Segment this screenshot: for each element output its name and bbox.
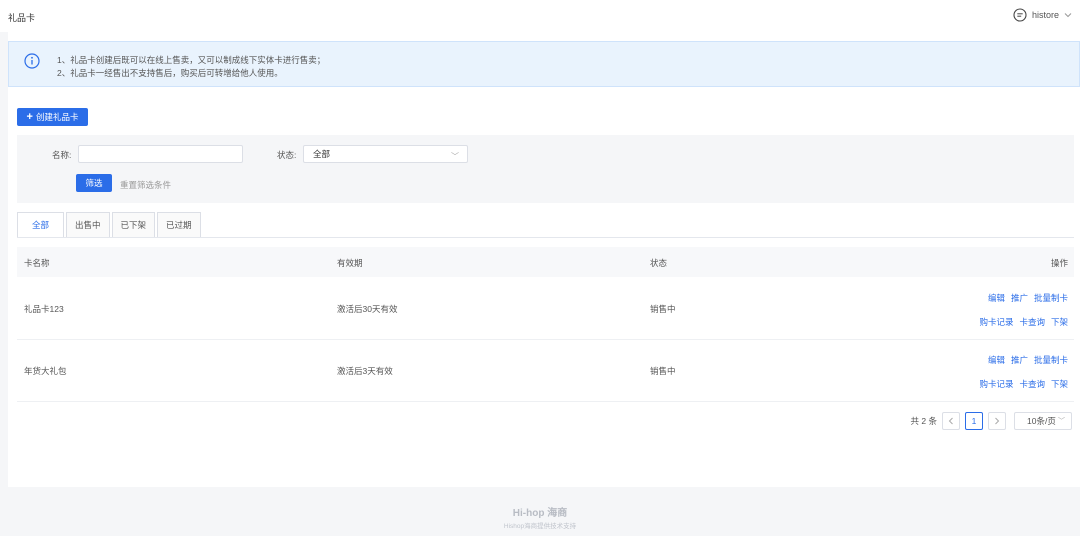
user-menu[interactable]: histore: [1013, 8, 1072, 22]
card-status: 销售中: [650, 304, 676, 314]
total-count: 共 2 条: [910, 416, 937, 426]
status-label: 状态:: [277, 150, 297, 160]
notice-banner: 1、礼品卡创建后既可以在线上售卖，又可以制成线下实体卡进行售卖； 2、礼品卡一经…: [8, 41, 1080, 87]
row-actions-primary: 编辑 推广 批量制卡: [982, 354, 1068, 366]
status-select-value: 全部: [313, 149, 331, 159]
footer-logo: Hi-hop 海商: [512, 508, 568, 519]
row-actions-secondary: 购卡记录 卡查询 下架: [973, 378, 1068, 390]
footer-credit: Hishop海商提供技术支持: [503, 523, 577, 530]
promote-link[interactable]: 推广: [1011, 293, 1028, 303]
reset-filter-link[interactable]: 重置筛选条件: [120, 179, 171, 191]
create-gift-card-button[interactable]: + 创建礼品卡: [17, 108, 88, 126]
tab-all[interactable]: 全部: [17, 212, 65, 237]
card-status: 销售中: [650, 366, 676, 376]
card-validity: 激活后30天有效: [337, 304, 398, 314]
chevron-right-icon: [995, 417, 1000, 425]
status-tabs: 全部 出售中 已下架 已过期: [17, 212, 203, 237]
next-page-button[interactable]: [988, 412, 1006, 430]
page-number-button[interactable]: 1: [965, 412, 983, 430]
page-size-select[interactable]: 10条/页 ﹀: [1014, 412, 1072, 430]
column-header-actions: 操作: [1050, 258, 1068, 268]
promote-link[interactable]: 推广: [1011, 355, 1028, 365]
card-name: 礼品卡123: [24, 304, 64, 314]
batch-make-card-link[interactable]: 批量制卡: [1034, 355, 1068, 365]
tab-off-shelf[interactable]: 已下架: [111, 212, 156, 237]
row-actions-secondary: 购卡记录 卡查询 下架: [973, 316, 1068, 328]
table-row: 礼品卡123 激活后30天有效 销售中 编辑 推广 批量制卡 购卡记录 卡查询 下架: [17, 278, 1074, 340]
card-query-link[interactable]: 卡查询: [1019, 317, 1045, 327]
column-header-validity: 有效期: [337, 258, 363, 268]
batch-make-card-link[interactable]: 批量制卡: [1034, 293, 1068, 303]
edit-link[interactable]: 编辑: [988, 355, 1005, 365]
notice-line-2: 2、礼品卡一经售出不支持售后，购买后可转增给他人使用。: [57, 68, 283, 78]
chevron-left-icon: [948, 417, 953, 425]
filter-button[interactable]: 筛选: [76, 174, 112, 192]
purchase-records-link[interactable]: 购卡记录: [979, 379, 1013, 389]
name-input[interactable]: [78, 145, 243, 163]
prev-page-button[interactable]: [942, 412, 960, 430]
row-actions-primary: 编辑 推广 批量制卡: [982, 292, 1068, 304]
notice-line-1: 1、礼品卡创建后既可以在线上售卖，又可以制成线下实体卡进行售卖；: [57, 55, 326, 65]
purchase-records-link[interactable]: 购卡记录: [979, 317, 1013, 327]
chevron-down-icon: [1064, 13, 1072, 18]
plus-icon: +: [26, 110, 33, 123]
take-down-link[interactable]: 下架: [1051, 317, 1068, 327]
name-label: 名称:: [52, 150, 72, 160]
card-validity: 激活后3天有效: [337, 366, 393, 376]
table-row: 年货大礼包 激活后3天有效 销售中 编辑 推广 批量制卡 购卡记录 卡查询 下架: [17, 340, 1074, 402]
column-header-status: 状态: [650, 258, 668, 268]
page-size-value: 10条/页: [1027, 416, 1056, 426]
edit-link[interactable]: 编辑: [988, 293, 1005, 303]
pagination: 共 2 条 1 10条/页 ﹀: [911, 412, 1072, 430]
take-down-link[interactable]: 下架: [1051, 379, 1068, 389]
chat-bubble-icon: [1013, 8, 1027, 22]
filter-panel: 名称: 状态: 全部 ﹀ 筛选 重置筛选条件: [17, 135, 1074, 203]
column-header-name: 卡名称: [24, 258, 50, 268]
info-icon: [24, 53, 40, 69]
tabs-divider: [17, 237, 1074, 238]
username: histore: [1031, 10, 1059, 20]
chevron-down-icon: ﹀: [451, 152, 459, 161]
chevron-down-icon: ﹀: [1058, 418, 1065, 425]
tab-expired[interactable]: 已过期: [157, 212, 201, 237]
page-title: 礼品卡: [8, 13, 36, 23]
table-header: 卡名称 有效期 状态 操作: [17, 247, 1074, 277]
status-select[interactable]: 全部 ﹀: [303, 145, 468, 163]
card-query-link[interactable]: 卡查询: [1019, 379, 1045, 389]
create-gift-card-label: 创建礼品卡: [35, 112, 79, 122]
card-name: 年货大礼包: [24, 366, 67, 376]
top-bar: 礼品卡 histore: [0, 0, 1080, 32]
tab-on-sale[interactable]: 出售中: [66, 212, 110, 237]
